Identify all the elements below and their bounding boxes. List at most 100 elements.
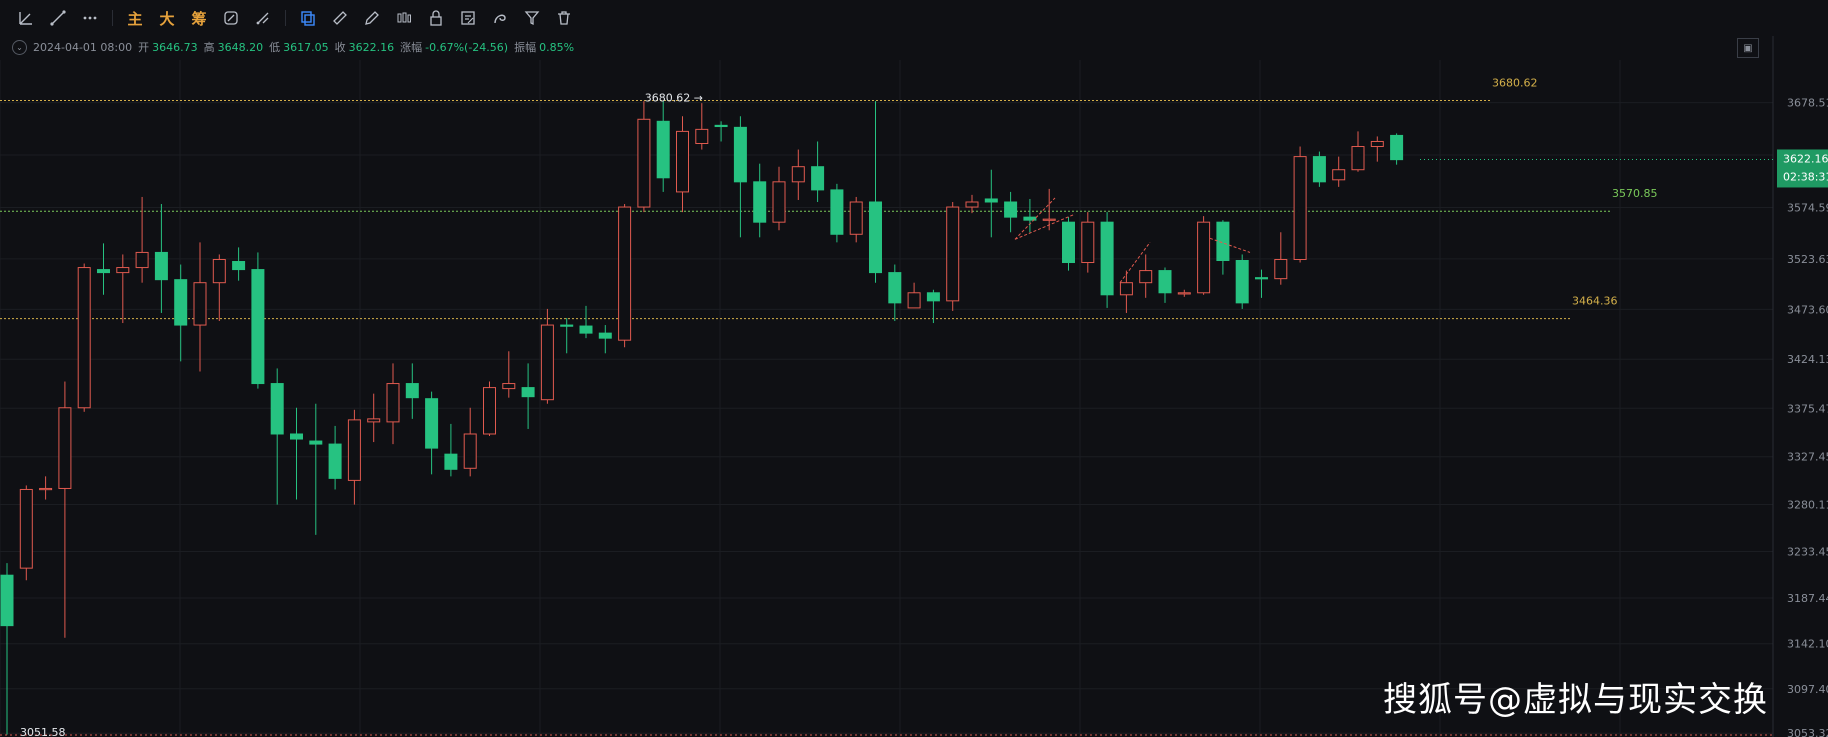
- high-value: 3648.20: [217, 40, 264, 54]
- magnet-icon[interactable]: [484, 4, 516, 32]
- candle: [1158, 270, 1172, 294]
- candle: [290, 433, 303, 440]
- close-label: 收: [334, 41, 346, 54]
- candle: [618, 206, 632, 341]
- expand-icon[interactable]: ▣: [1737, 38, 1759, 58]
- candle: [791, 166, 805, 183]
- text-tool-icon[interactable]: [215, 4, 247, 32]
- candle: [1100, 221, 1114, 296]
- candle: [869, 201, 882, 274]
- candle: [1216, 221, 1230, 262]
- candle: [830, 189, 844, 235]
- candle: [463, 433, 477, 469]
- candle: [695, 128, 709, 144]
- brush-tool-icon[interactable]: [247, 4, 279, 32]
- filter-icon[interactable]: [516, 4, 548, 32]
- y-tick-label: 3142.10: [1787, 638, 1828, 651]
- y-tick-label: 3187.44: [1787, 592, 1828, 605]
- candle: [444, 453, 458, 470]
- trendline-tool-icon[interactable]: [10, 4, 42, 32]
- candle: [347, 419, 361, 481]
- candle: [946, 206, 960, 302]
- y-tick-label: 3574.59: [1787, 201, 1828, 214]
- candle: [251, 269, 265, 385]
- pencil-icon[interactable]: [356, 4, 388, 32]
- y-tick-label: 3473.60: [1787, 303, 1828, 316]
- candlestick-chart[interactable]: 3678.513626.553574.593523.633473.603424.…: [0, 0, 1828, 737]
- last-price-label: 3622.16: [1783, 152, 1828, 165]
- chart-background: [0, 0, 1828, 737]
- candle: [1255, 277, 1268, 280]
- low-value: 3617.05: [283, 40, 329, 54]
- candle: [888, 272, 902, 304]
- candle-settings-icon[interactable]: [388, 4, 420, 32]
- candle: [502, 383, 516, 390]
- candle: [425, 398, 439, 449]
- trash-icon[interactable]: [548, 4, 580, 32]
- candle: [77, 267, 91, 409]
- candle: [328, 443, 342, 479]
- change-value: -0.67%(-24.56): [425, 40, 509, 54]
- ruler-icon[interactable]: [324, 4, 356, 32]
- candle: [1332, 169, 1346, 181]
- candle: [174, 279, 188, 326]
- more-icon[interactable]: [74, 4, 106, 32]
- main-indicator-button[interactable]: 主: [119, 4, 151, 32]
- candle: [97, 269, 110, 274]
- line-tool-icon[interactable]: [42, 4, 74, 32]
- y-tick-label: 3280.11: [1787, 498, 1828, 511]
- candle: [598, 332, 612, 339]
- candle: [19, 488, 33, 569]
- y-tick-label: 3424.13: [1787, 353, 1828, 366]
- candle: [984, 198, 998, 203]
- candle: [1235, 260, 1249, 304]
- candle: [58, 407, 72, 489]
- y-tick-label: 3375.47: [1787, 402, 1828, 415]
- chips-button[interactable]: 筹: [183, 4, 215, 32]
- candle: [772, 181, 786, 223]
- candle: [714, 124, 728, 128]
- y-tick-label: 3523.63: [1787, 253, 1828, 266]
- candle: [367, 418, 381, 423]
- candle: [1139, 270, 1153, 284]
- price-level-label: 3570.85: [1612, 187, 1658, 200]
- candle: [39, 487, 53, 491]
- candle: [1351, 146, 1365, 171]
- candle: [579, 325, 593, 334]
- lock-icon[interactable]: [420, 4, 452, 32]
- high-label: 高: [203, 41, 215, 54]
- copy-icon[interactable]: [292, 4, 324, 32]
- candle: [1119, 282, 1133, 296]
- candle: [656, 120, 670, 179]
- candle: [637, 118, 651, 208]
- collapse-toggle-icon[interactable]: ⌄: [12, 39, 27, 55]
- y-tick-label: 3233.45: [1787, 546, 1828, 559]
- screenshot-icon[interactable]: [452, 4, 484, 32]
- y-tick-label: 3097.40: [1787, 683, 1828, 696]
- open-label: 开: [138, 41, 150, 54]
- amplitude-value: 0.85%: [539, 40, 575, 54]
- candle: [1197, 221, 1211, 294]
- large-button[interactable]: 大: [151, 4, 183, 32]
- candle: [907, 292, 921, 309]
- candle: [309, 440, 323, 445]
- low-marker-label: 3051.58: [20, 726, 66, 737]
- y-tick-label: 3053.32: [1787, 727, 1828, 737]
- amplitude-label: 振幅: [514, 41, 537, 54]
- candle: [540, 324, 554, 401]
- candle: [116, 267, 130, 274]
- candle: [1062, 221, 1075, 264]
- candle: [926, 292, 940, 302]
- y-tick-label: 3678.51: [1787, 97, 1828, 110]
- candle: [1081, 221, 1095, 264]
- high-marker-label: 3680.62 →: [645, 92, 703, 105]
- toolbar-divider: [285, 10, 286, 26]
- price-level-label: 3680.62: [1492, 77, 1538, 90]
- candle: [154, 251, 168, 281]
- candle: [405, 383, 419, 399]
- candle: [1390, 134, 1404, 161]
- candle: [1370, 140, 1384, 148]
- candle: [232, 261, 246, 271]
- candle: [135, 251, 149, 269]
- candle: [965, 201, 979, 208]
